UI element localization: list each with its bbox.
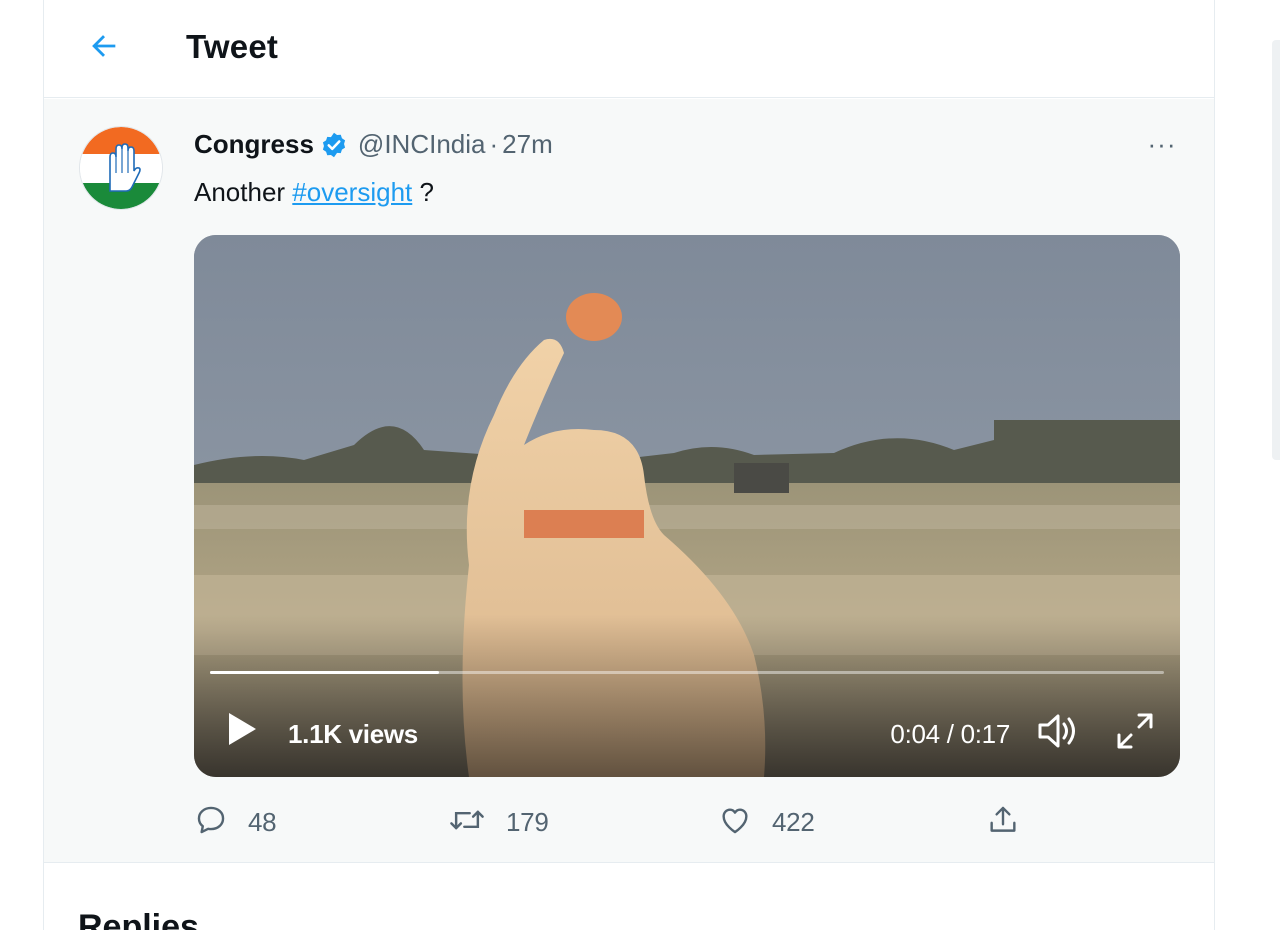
retweet-count: 179: [506, 807, 549, 837]
reply-button[interactable]: 48: [194, 803, 277, 842]
more-horizontal-icon: ···: [1147, 128, 1177, 159]
fullscreen-icon: [1115, 711, 1155, 756]
page-header: Tweet: [44, 0, 1214, 98]
video-timecode: 0:04 / 0:17: [890, 719, 1010, 749]
more-options-button[interactable]: ···: [1142, 129, 1182, 159]
like-count: 422: [772, 807, 815, 837]
share-icon: [986, 803, 1020, 842]
volume-icon: [1036, 711, 1082, 756]
volume-button[interactable]: [1034, 711, 1084, 755]
reply-count: 48: [248, 807, 277, 837]
arrow-left-icon: [87, 29, 121, 68]
tweet-header: Congress @INCIndia · 27m: [194, 129, 553, 160]
right-sidebar-area: [1214, 0, 1280, 930]
avatar[interactable]: [80, 127, 162, 209]
video-frame: [194, 235, 1180, 777]
like-button[interactable]: 422: [718, 803, 815, 842]
retweet-button[interactable]: 179: [448, 803, 549, 842]
heart-icon: [718, 803, 752, 842]
fullscreen-button[interactable]: [1112, 711, 1158, 755]
separator-dot: ·: [489, 129, 499, 159]
play-button[interactable]: [222, 711, 262, 751]
replies-heading: Replies: [78, 908, 199, 930]
tweet-card: Congress @INCIndia · 27m ··· Another #ov…: [44, 99, 1214, 863]
congress-logo-avatar: [80, 127, 162, 209]
tweet-timestamp[interactable]: 27m: [502, 129, 553, 160]
video-progress-bar[interactable]: [210, 671, 1164, 674]
author-name[interactable]: Congress: [194, 129, 314, 160]
retweet-icon: [448, 803, 486, 842]
verified-badge-icon: [320, 131, 348, 159]
video-views: 1.1K views: [288, 719, 418, 749]
right-panel-edge: [1272, 40, 1280, 460]
tweet-text-suffix: ?: [412, 177, 434, 207]
author-handle[interactable]: @INCIndia: [358, 129, 486, 160]
page-title: Tweet: [186, 28, 279, 65]
back-button[interactable]: [84, 28, 124, 68]
share-button[interactable]: [986, 803, 1020, 842]
play-icon: [225, 710, 259, 753]
hashtag-link[interactable]: #oversight: [292, 177, 412, 207]
tweet-text: Another #oversight ?: [194, 177, 434, 208]
tweet-text-prefix: Another: [194, 177, 293, 207]
video-progress-fill: [210, 671, 439, 674]
tweet-actions: 48 179 422: [194, 799, 1180, 849]
video-player[interactable]: 1.1K views 0:04 / 0:17: [194, 235, 1180, 777]
reply-icon: [194, 803, 228, 842]
main-column: Tweet Congress @INCIndia · 27m ··· Anoth…: [44, 0, 1214, 930]
left-sidebar-area: [0, 0, 44, 930]
